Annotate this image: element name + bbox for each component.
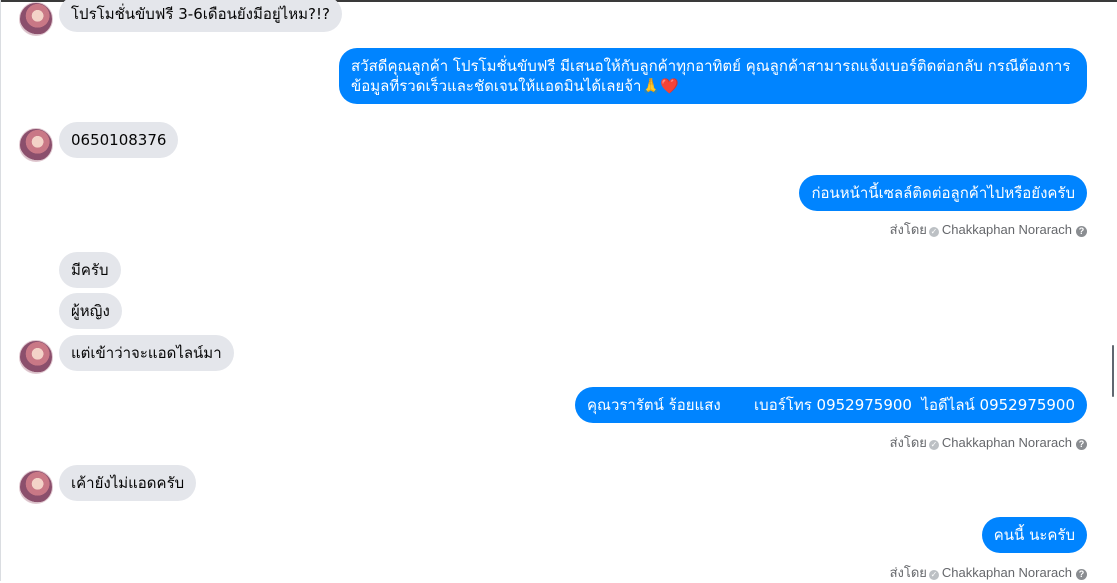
scrollbar-thumb[interactable] — [1112, 345, 1114, 397]
message-incoming[interactable]: แต่เข้าว่าจะแอดไลน์มา — [59, 335, 234, 371]
help-icon[interactable]: ? — [1076, 226, 1087, 237]
avatar[interactable] — [19, 470, 53, 504]
avatar[interactable] — [19, 340, 53, 374]
check-icon: ✓ — [928, 440, 939, 450]
sent-by-label: ส่งโดย — [889, 565, 927, 580]
help-icon[interactable]: ? — [1076, 569, 1087, 580]
check-icon: ✓ — [928, 570, 939, 580]
sender-name[interactable]: Chakkaphan Norarach — [942, 222, 1072, 237]
sender-name[interactable]: Chakkaphan Norarach — [942, 435, 1072, 450]
message-incoming[interactable]: เค้ายังไม่แอดครับ — [59, 465, 197, 501]
message-incoming[interactable]: ผู้หญิง — [59, 293, 122, 329]
sent-by-indicator: ส่งโดย ✓ Chakkaphan Norarach? — [890, 562, 1087, 583]
sent-by-label: ส่งโดย — [889, 222, 927, 237]
help-icon[interactable]: ? — [1076, 439, 1087, 450]
message-outgoing[interactable]: สวัสดีคุณลูกค้า โปรโมชั่นขับฟรี มีเสนอให… — [339, 48, 1087, 104]
sender-name[interactable]: Chakkaphan Norarach — [942, 565, 1072, 580]
message-incoming[interactable]: มีครับ — [59, 252, 121, 288]
message-outgoing[interactable]: ก่อนหน้านี้เซลล์ติดต่อลูกค้าไปหรือยังครั… — [799, 175, 1087, 211]
message-incoming[interactable]: 0650108376 — [59, 122, 179, 158]
message-outgoing[interactable]: คุณวรารัตน์ ร้อยแสง เบอร์โทร 0952975900 … — [575, 387, 1087, 423]
message-outgoing[interactable]: คนนี้ นะครับ — [981, 517, 1087, 553]
sent-by-indicator: ส่งโดย ✓ Chakkaphan Norarach? — [890, 432, 1087, 453]
avatar[interactable] — [19, 128, 53, 162]
sent-by-indicator: ส่งโดย ✓ Chakkaphan Norarach? — [890, 219, 1087, 240]
message-incoming[interactable]: โปรโมชั่นขับฟรี 3-6เดือนยังมีอยู่ไหม?!? — [59, 0, 342, 32]
avatar[interactable] — [19, 2, 53, 36]
left-border — [0, 0, 1, 581]
sent-by-label: ส่งโดย — [889, 435, 927, 450]
check-icon: ✓ — [928, 227, 939, 237]
